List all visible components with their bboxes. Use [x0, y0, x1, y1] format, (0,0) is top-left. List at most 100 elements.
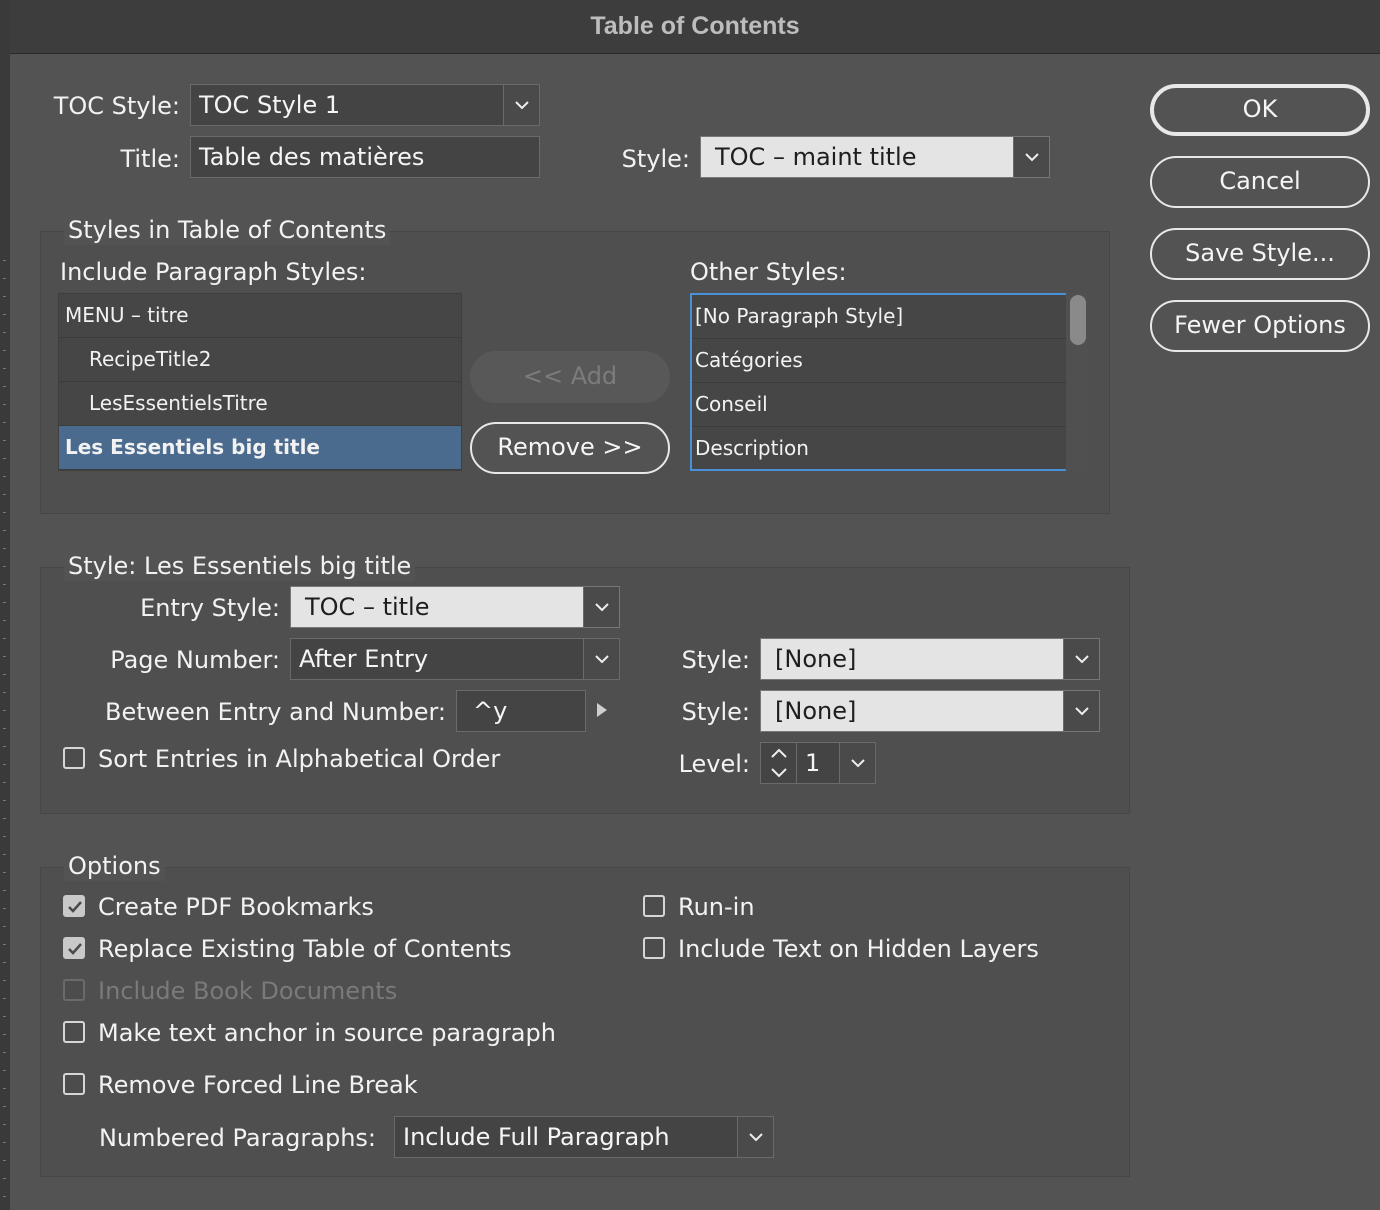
- ruler-tick: [3, 620, 6, 621]
- replace-existing-checkbox[interactable]: [63, 937, 85, 959]
- chevron-down-icon[interactable]: [1063, 691, 1099, 731]
- add-button[interactable]: << Add: [470, 351, 670, 403]
- cancel-button[interactable]: Cancel: [1150, 156, 1370, 208]
- create-pdf-bookmarks-checkbox[interactable]: [63, 895, 85, 917]
- page-number-style-select[interactable]: [None]: [760, 638, 1100, 680]
- remove-forced-line-break-label: Remove Forced Line Break: [98, 1071, 418, 1099]
- list-item[interactable]: [No Paragraph Style]: [692, 295, 1066, 339]
- ruler-tick: [3, 1142, 6, 1143]
- include-book-documents-label: Include Book Documents: [98, 977, 398, 1005]
- checkmark-icon: [68, 901, 82, 913]
- ruler-tick: [3, 1034, 6, 1035]
- list-item[interactable]: LesEssentielsTitre: [59, 382, 461, 426]
- title-input[interactable]: Table des matières: [190, 136, 540, 178]
- ruler-tick: [3, 962, 6, 963]
- include-book-documents-checkbox[interactable]: [63, 979, 85, 1001]
- title-style-value: TOC – maint title: [715, 143, 917, 171]
- ruler-tick: [3, 908, 6, 909]
- ruler-tick: [3, 368, 6, 369]
- entry-style-label: Entry Style:: [140, 594, 280, 622]
- level-label: Level:: [678, 750, 750, 778]
- numbered-paragraphs-label: Numbered Paragraphs:: [98, 1124, 376, 1152]
- checkmark-icon: [68, 943, 82, 955]
- ruler-tick: [3, 728, 6, 729]
- ruler-tick: [3, 1088, 6, 1089]
- stepper-icon[interactable]: [761, 743, 797, 783]
- page-number-style-label: Style:: [681, 646, 750, 674]
- sort-entries-label: Sort Entries in Alphabetical Order: [98, 745, 501, 773]
- include-styles-label: Include Paragraph Styles:: [60, 258, 367, 286]
- make-text-anchor-checkbox[interactable]: [63, 1021, 85, 1043]
- styles-group-title: Styles in Table of Contents: [64, 215, 391, 245]
- run-in-checkbox[interactable]: [643, 895, 665, 917]
- between-style-value: [None]: [775, 697, 857, 725]
- numbered-paragraphs-value: Include Full Paragraph: [403, 1123, 670, 1151]
- ruler-tick: [3, 476, 6, 477]
- between-style-select[interactable]: [None]: [760, 690, 1100, 732]
- chevron-down-icon[interactable]: [503, 85, 539, 125]
- numbered-paragraphs-select[interactable]: Include Full Paragraph: [394, 1116, 774, 1158]
- remove-forced-line-break-checkbox[interactable]: [63, 1073, 85, 1095]
- chevron-down-icon[interactable]: [737, 1117, 773, 1157]
- list-item[interactable]: RecipeTitle2: [59, 338, 461, 382]
- options-group-title: Options: [64, 851, 165, 881]
- ruler-tick: [3, 1016, 6, 1017]
- ruler-tick: [3, 980, 6, 981]
- chevron-down-icon[interactable]: [583, 639, 619, 679]
- sort-entries-checkbox[interactable]: [63, 747, 85, 769]
- entry-style-select[interactable]: TOC – title: [290, 586, 620, 628]
- page-number-style-value: [None]: [775, 645, 857, 673]
- ruler-tick: [3, 944, 6, 945]
- toc-style-select[interactable]: TOC Style 1: [190, 84, 540, 126]
- title-style-select[interactable]: TOC – maint title: [700, 136, 1050, 178]
- page-number-select[interactable]: After Entry: [290, 638, 620, 680]
- ruler-tick: [3, 1178, 6, 1179]
- scrollbar-thumb[interactable]: [1070, 295, 1086, 345]
- include-hidden-layers-label: Include Text on Hidden Layers: [678, 935, 1039, 963]
- include-hidden-layers-checkbox[interactable]: [643, 937, 665, 959]
- ruler-tick: [3, 872, 6, 873]
- ruler-tick: [3, 278, 6, 279]
- include-styles-list[interactable]: MENU – titre RecipeTitle2 LesEssentielsT…: [58, 293, 462, 471]
- triangle-right-icon[interactable]: [596, 702, 608, 722]
- list-item-selected[interactable]: Les Essentiels big title: [59, 426, 461, 470]
- list-item[interactable]: MENU – titre: [59, 294, 461, 338]
- chevron-down-icon[interactable]: [1063, 639, 1099, 679]
- entry-style-value: TOC – title: [305, 593, 430, 621]
- window-title: Table of Contents: [590, 12, 800, 40]
- ok-button[interactable]: OK: [1150, 84, 1370, 136]
- list-item[interactable]: Catégories: [692, 339, 1066, 383]
- fewer-options-button[interactable]: Fewer Options: [1150, 300, 1370, 352]
- list-item[interactable]: Description: [692, 427, 1066, 469]
- chevron-down-icon[interactable]: [583, 587, 619, 627]
- ruler-tick: [3, 602, 6, 603]
- ruler-tick: [3, 494, 6, 495]
- ruler-tick: [3, 890, 6, 891]
- chevron-down-icon[interactable]: [839, 743, 875, 783]
- remove-button[interactable]: Remove >>: [470, 422, 670, 474]
- save-style-button[interactable]: Save Style...: [1150, 228, 1370, 280]
- ruler-tick: [3, 746, 6, 747]
- other-styles-scrollbar[interactable]: [1066, 293, 1090, 471]
- ruler-tick: [3, 674, 6, 675]
- toc-dialog: TOC Style: TOC Style 1 Title: Table des …: [10, 55, 1380, 1210]
- chevron-down-icon[interactable]: [1013, 137, 1049, 177]
- ruler-tick: [3, 530, 6, 531]
- ruler-tick: [3, 314, 6, 315]
- ruler-tick: [3, 512, 6, 513]
- ruler-tick: [3, 458, 6, 459]
- ruler-tick: [3, 566, 6, 567]
- page-number-label: Page Number:: [110, 646, 280, 674]
- ruler-tick: [3, 260, 6, 261]
- make-text-anchor-label: Make text anchor in source paragraph: [98, 1019, 556, 1047]
- ruler-tick: [3, 332, 6, 333]
- level-stepper[interactable]: 1: [760, 742, 876, 784]
- between-entry-input[interactable]: ^y: [456, 690, 586, 732]
- create-pdf-bookmarks-label: Create PDF Bookmarks: [98, 893, 374, 921]
- ruler-tick: [3, 422, 6, 423]
- window-left-edge: [0, 0, 10, 1210]
- ruler-tick: [3, 998, 6, 999]
- other-styles-label: Other Styles:: [690, 258, 847, 286]
- other-styles-list[interactable]: [No Paragraph Style] Catégories Conseil …: [690, 293, 1068, 471]
- list-item[interactable]: Conseil: [692, 383, 1066, 427]
